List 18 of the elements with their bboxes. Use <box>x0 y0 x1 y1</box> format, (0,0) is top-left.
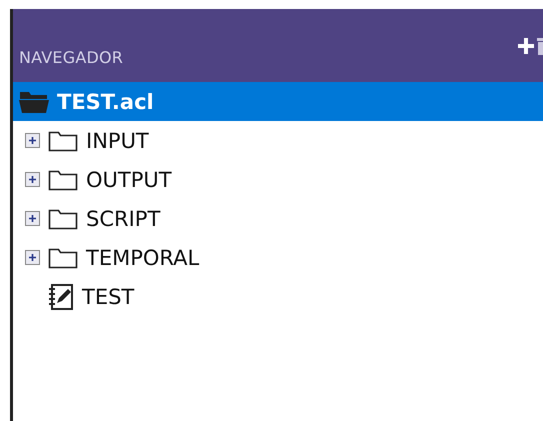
folder-icon <box>48 130 78 152</box>
add-icon[interactable] <box>517 37 535 55</box>
tree-item[interactable]: TEMPORAL <box>13 238 543 277</box>
folder-icon <box>19 90 49 114</box>
panel-title: NAVEGADOR <box>19 48 124 67</box>
expand-icon[interactable] <box>25 211 40 226</box>
folder-icon <box>48 246 78 268</box>
tree-item[interactable]: TEST <box>13 277 543 316</box>
folder-icon <box>48 208 78 230</box>
tree-item[interactable]: SCRIPT <box>13 199 543 238</box>
expand-icon[interactable] <box>25 133 40 148</box>
expand-icon[interactable] <box>25 250 40 265</box>
tree-item[interactable]: TEST.acl <box>13 82 543 121</box>
expand-icon[interactable] <box>25 172 40 187</box>
notepad-icon <box>48 282 74 310</box>
tree-item[interactable]: OUTPUT <box>13 160 543 199</box>
tree-item[interactable]: INPUT <box>13 121 543 160</box>
folder-icon <box>48 168 78 190</box>
